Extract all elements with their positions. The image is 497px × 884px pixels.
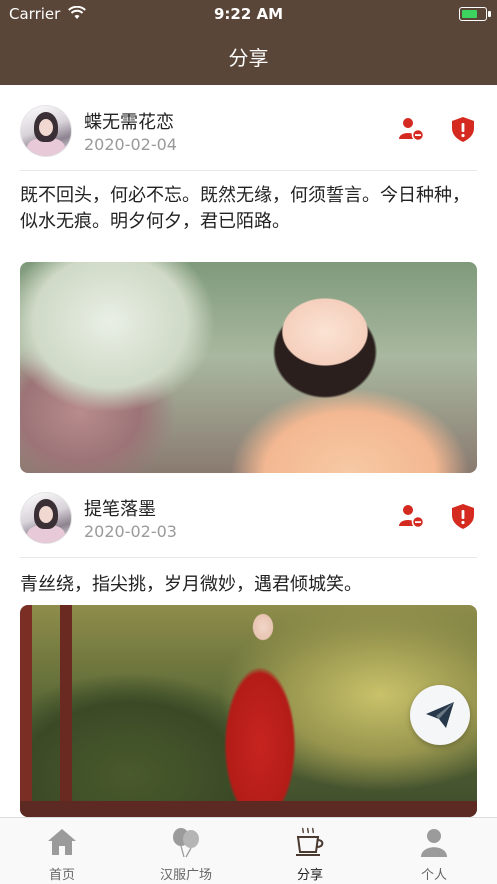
tab-share[interactable]: 分享: [248, 818, 372, 884]
home-icon: [48, 829, 76, 855]
balloons-icon: [173, 828, 199, 858]
send-button[interactable]: [410, 685, 470, 745]
paper-plane-icon: [426, 702, 454, 728]
post-date: 2020-02-03: [84, 522, 177, 541]
post-username[interactable]: 提笔落墨: [84, 495, 156, 521]
post-date: 2020-02-04: [84, 135, 177, 154]
person-icon: [421, 829, 447, 857]
tab-label: 个人: [420, 868, 447, 883]
status-time: 9:22 AM: [213, 5, 284, 23]
status-bar: Carrier 9:22 AM: [0, 0, 497, 28]
top-bar: Carrier 9:22 AM 分享: [0, 0, 497, 85]
avatar[interactable]: [20, 105, 72, 157]
tab-hanfu-square[interactable]: 汉服广场: [124, 818, 248, 884]
post-text: 既不回头，何必不忘。既然无缘，何须誓言。今日种种，似水无痕。明夕何夕，君已陌路。: [20, 185, 470, 232]
tab-bar: 首页 汉服广场 分享 个人: [0, 817, 497, 884]
divider: [20, 170, 477, 171]
post-text: 青丝绕，指尖挑，岁月微妙，遇君倾城笑。: [20, 574, 362, 595]
page-title: 分享: [228, 46, 269, 70]
report-shield-icon[interactable]: [449, 115, 477, 143]
post-username[interactable]: 蝶无需花恋: [84, 108, 174, 134]
report-shield-icon[interactable]: [449, 502, 477, 530]
tab-label: 分享: [296, 868, 323, 883]
avatar[interactable]: [20, 492, 72, 544]
post-photo[interactable]: [20, 262, 477, 473]
remove-user-icon[interactable]: [397, 502, 425, 530]
post-photo[interactable]: [20, 605, 477, 817]
tab-home[interactable]: 首页: [0, 818, 124, 884]
coffee-cup-icon: [296, 827, 324, 856]
battery-icon: [459, 7, 491, 21]
remove-user-icon[interactable]: [397, 115, 425, 143]
tab-profile[interactable]: 个人: [372, 818, 496, 884]
tab-label: 首页: [48, 868, 75, 883]
divider: [20, 557, 477, 558]
tab-label: 汉服广场: [159, 868, 212, 883]
